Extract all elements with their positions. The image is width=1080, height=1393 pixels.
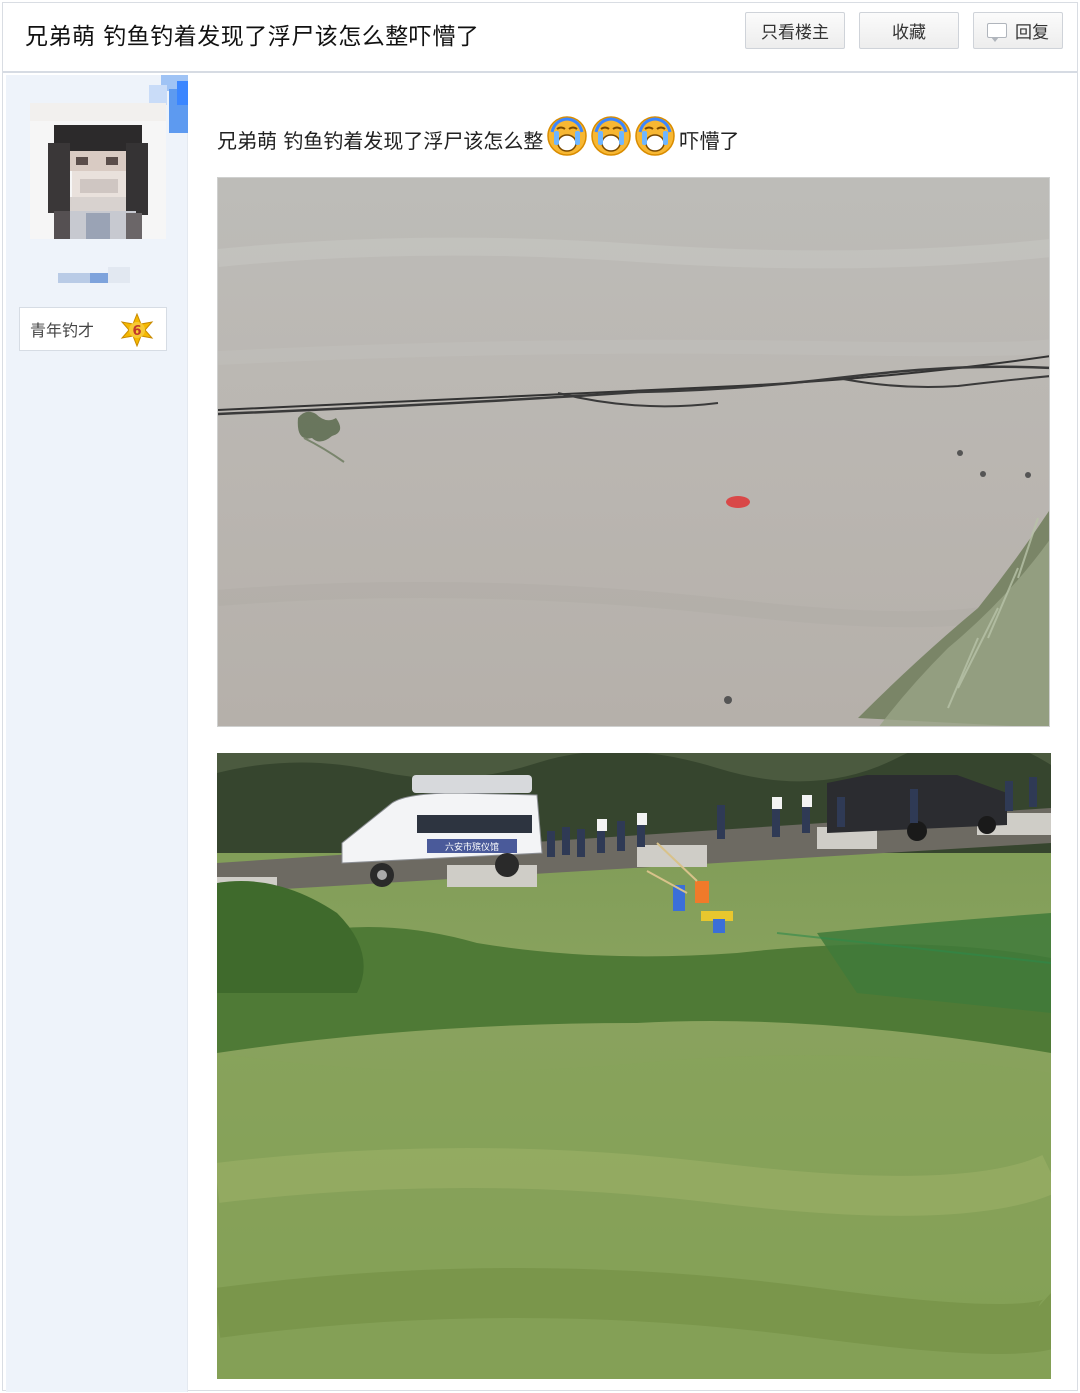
van-text: 六安市殡仪馆 — [445, 841, 499, 853]
level-number: 6 — [132, 324, 141, 339]
crying-face-icon — [547, 116, 588, 156]
rank-label: 青年钓才 — [30, 321, 95, 340]
reply-button[interactable]: 回复 — [973, 12, 1063, 49]
reply-label: 回复 — [1015, 23, 1049, 43]
crying-face-icon — [591, 116, 632, 156]
speech-bubble-icon — [987, 23, 1007, 42]
post-text: 兄弟萌 钓鱼钓着发现了浮尸该怎么整 吓懵了 — [217, 108, 739, 160]
floating-object — [726, 496, 750, 508]
user-rank-badge: 青年钓才 6 — [19, 307, 167, 351]
level-star-icon: 6 — [120, 313, 154, 347]
username[interactable] — [54, 259, 134, 287]
favorite-label: 收藏 — [892, 23, 926, 43]
riverbank-photo[interactable]: 六安市殡仪馆 — [217, 753, 1051, 1379]
thread-header: 兄弟萌 钓鱼钓着发现了浮尸该怎么整吓懵了 只看楼主 收藏 回复 — [3, 3, 1077, 73]
thread-title: 兄弟萌 钓鱼钓着发现了浮尸该怎么整吓懵了 — [25, 24, 480, 50]
emoji-group — [545, 114, 677, 156]
post-text-main: 兄弟萌 钓鱼钓着发现了浮尸该怎么整 — [217, 129, 544, 153]
river-photo[interactable] — [217, 177, 1050, 727]
only-op-button[interactable]: 只看楼主 — [745, 12, 845, 49]
avatar[interactable] — [30, 103, 166, 239]
only-op-label: 只看楼主 — [761, 23, 829, 43]
favorite-button[interactable]: 收藏 — [859, 12, 959, 49]
post-text-tail: 吓懵了 — [679, 129, 740, 153]
author-sidebar: 青年钓才 6 — [6, 75, 188, 1392]
crying-face-icon — [635, 116, 676, 156]
